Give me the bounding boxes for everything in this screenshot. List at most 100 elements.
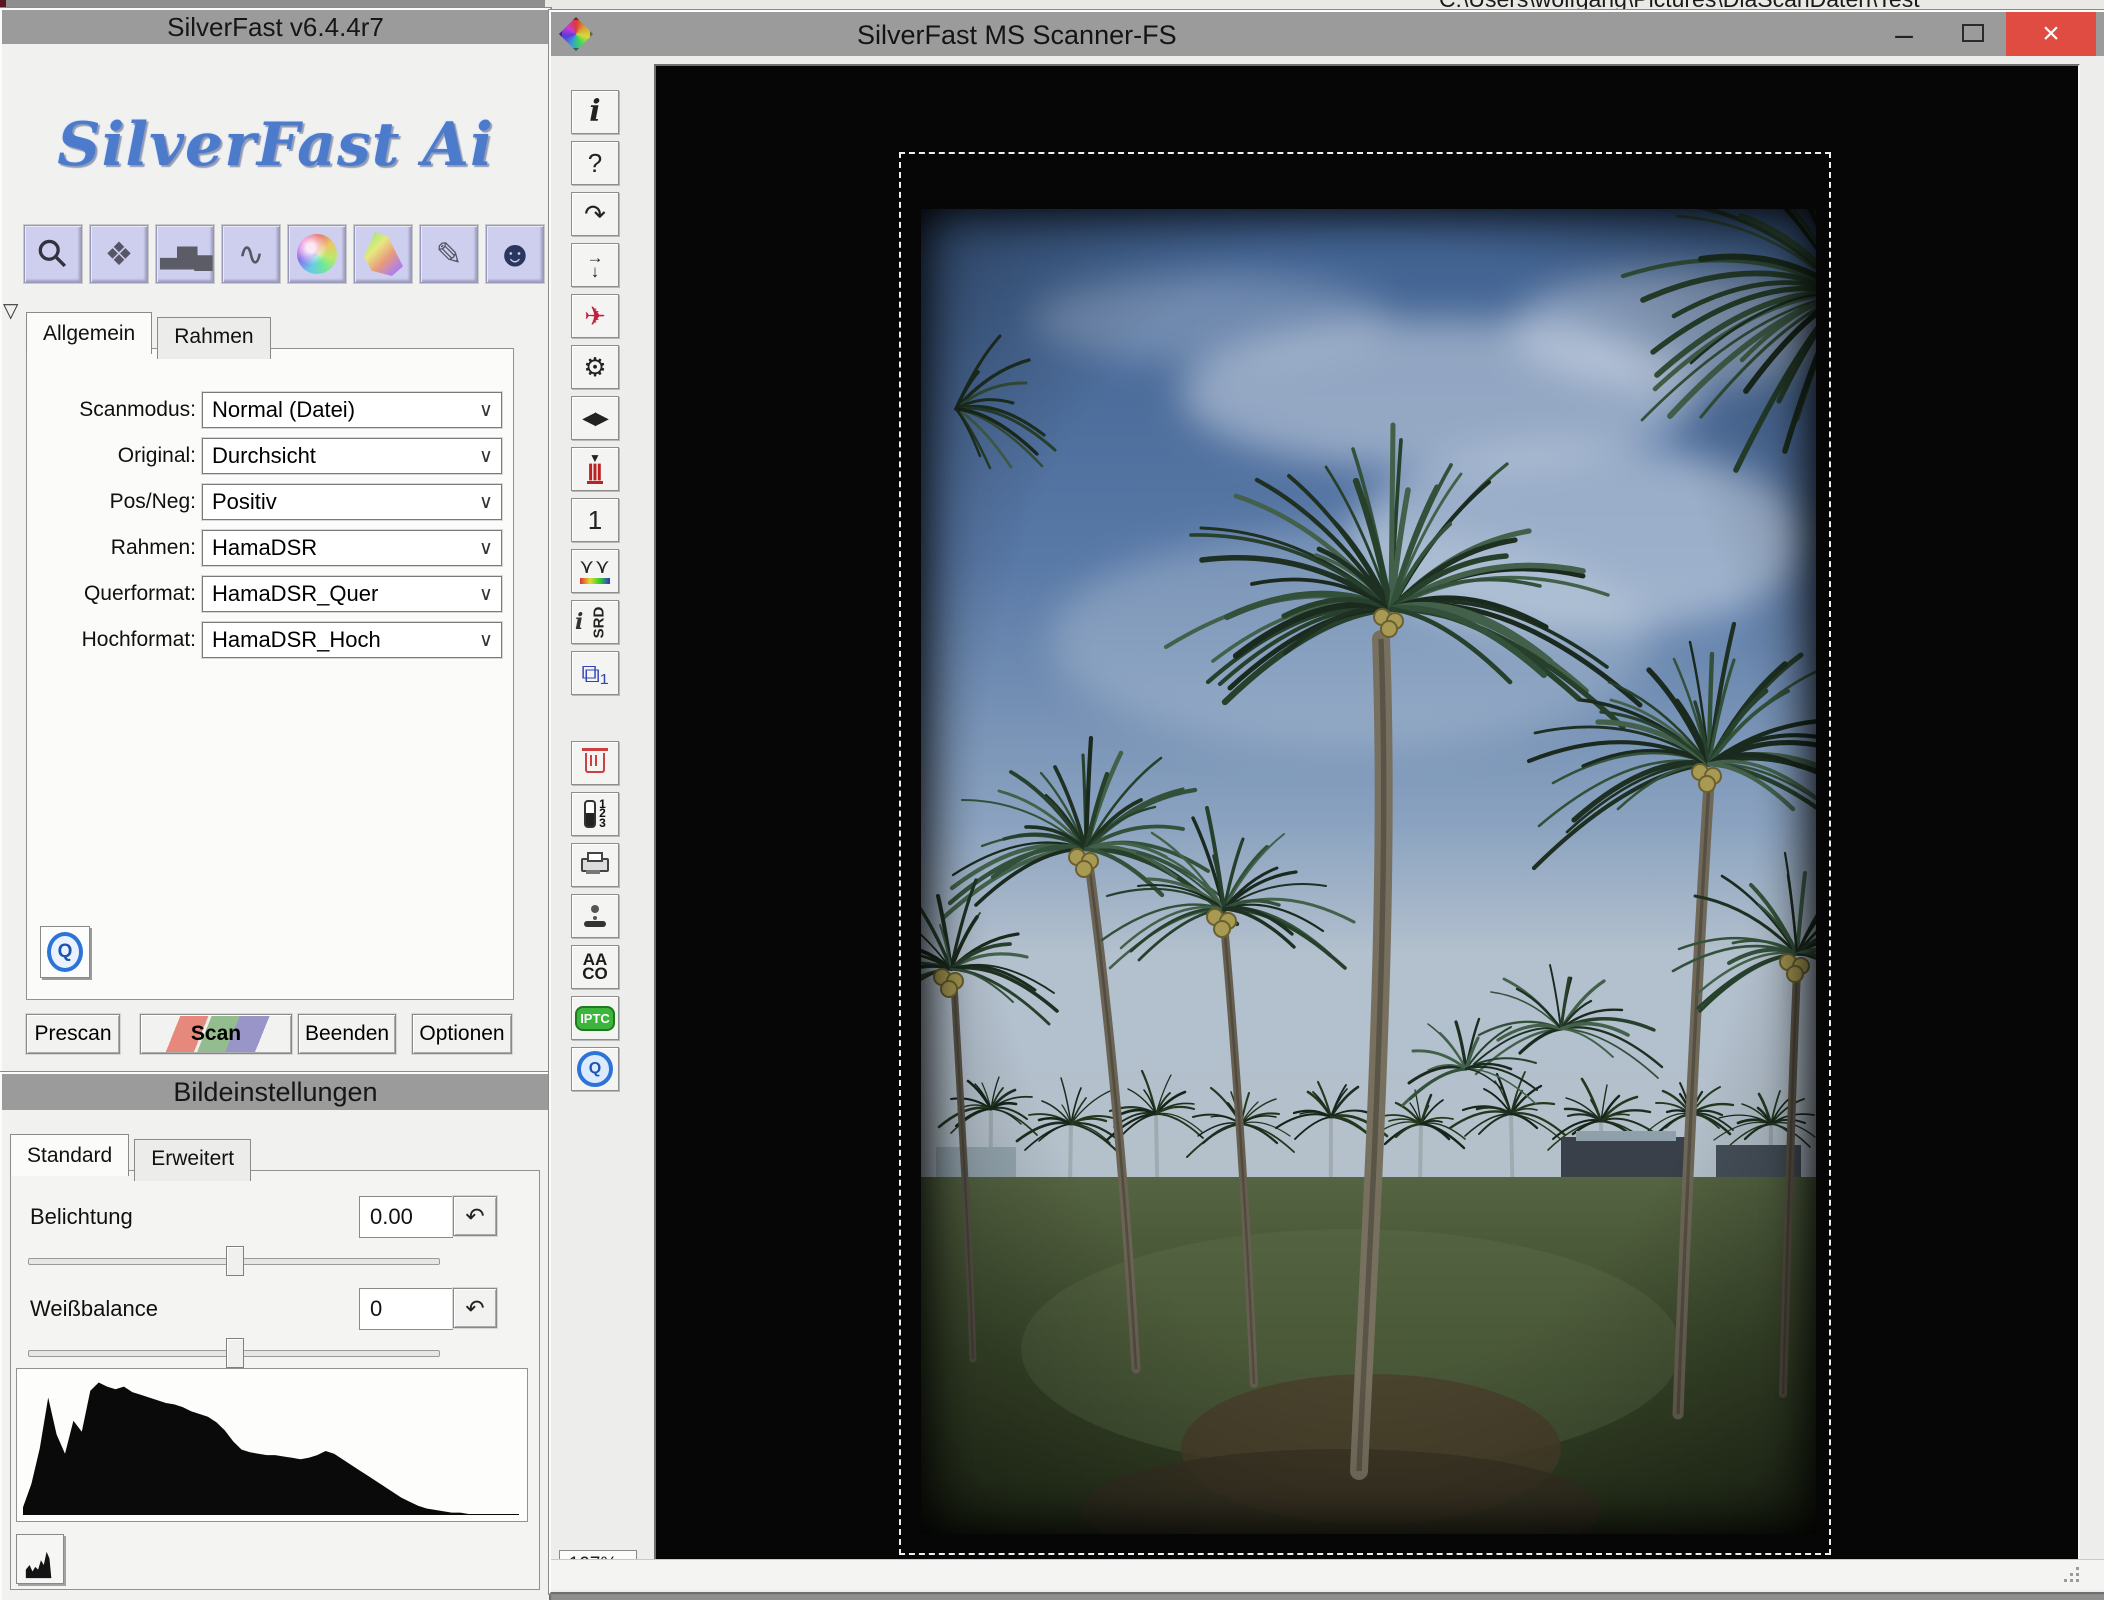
scanner-toolbar: i? ↷ →↓ ✈ ⚙ ◀▶ ▼Ⅲ 1 ⋎⋎ iSRD ⧉₁ 123 AACO IPTC Q <box>559 90 649 1098</box>
pipette-tool-icon[interactable]: ✎ <box>420 225 478 283</box>
screen-corner-artifact <box>0 0 6 8</box>
screen: *C:\Users\wolfgang\Pictures\DiaScanDaten… <box>0 0 2104 1600</box>
collapse-triangle-icon[interactable]: ▽ <box>3 298 18 323</box>
global-color-tool-icon[interactable] <box>288 225 346 283</box>
multi-frame-icon[interactable]: ⧉₁ <box>571 651 619 695</box>
prescan-button[interactable]: Prescan <box>26 1014 120 1054</box>
whitebalance-slider[interactable] <box>28 1338 440 1366</box>
form-row: Scanmodus:Normal (Datei)∨ <box>26 392 546 428</box>
iptc-icon[interactable]: IPTC <box>571 996 619 1040</box>
field-label: Original: <box>26 444 196 468</box>
chevron-down-icon: ∨ <box>471 491 501 514</box>
whitebalance-reset-button[interactable]: ↶ <box>453 1288 497 1328</box>
dropdown-querformat[interactable]: HamaDSR_Quer∨ <box>202 576 502 612</box>
frame-number-button[interactable]: 1 <box>571 498 619 542</box>
silverfast-logo: SilverFast Ai <box>2 110 549 180</box>
silverfast-app-icon <box>559 17 593 51</box>
info-icon[interactable]: i <box>571 90 619 134</box>
chevron-down-icon: ∨ <box>471 445 501 468</box>
chevron-down-icon: ∨ <box>471 583 501 606</box>
quicktime-icon: Q <box>47 932 83 972</box>
tab-standard[interactable]: Standard <box>10 1134 129 1176</box>
main-window-title: SilverFast v6.4.4r7 <box>167 12 384 43</box>
dropdown-hochformat[interactable]: HamaDSR_Hoch∨ <box>202 622 502 658</box>
tab-erweitert[interactable]: Erweitert <box>134 1139 251 1181</box>
isrd-icon[interactable]: iSRD <box>571 600 619 644</box>
mini-histogram-icon <box>23 1546 57 1582</box>
frame-numbering-icon[interactable]: 123 <box>571 792 619 836</box>
close-button[interactable]: × <box>2006 12 2096 56</box>
rotate-icon[interactable]: ↷ <box>571 192 619 236</box>
settings-window-titlebar[interactable]: Bildeinstellungen <box>2 1074 549 1110</box>
field-label: Querformat: <box>26 582 196 606</box>
field-label: Scanmodus: <box>26 398 196 422</box>
resize-grip[interactable] <box>2064 1566 2080 1582</box>
zoom-tool-icon[interactable]: ⚲ <box>24 225 82 283</box>
whitebalance-slider-thumb[interactable] <box>226 1338 244 1368</box>
quit-button[interactable]: Beenden <box>298 1014 396 1054</box>
scan-button[interactable]: Scan <box>140 1014 292 1054</box>
form-row: Rahmen:HamaDSR∨ <box>26 530 546 566</box>
stamp-icon[interactable] <box>571 894 619 938</box>
aperture-frame-tool-icon[interactable]: ❖ <box>90 225 148 283</box>
form-row: Hochformat:HamaDSR_Hoch∨ <box>26 622 546 658</box>
dropdown-posneg[interactable]: Positiv∨ <box>202 484 502 520</box>
airplane-icon[interactable]: ✈ <box>571 294 619 338</box>
delete-frame-icon[interactable] <box>571 741 619 785</box>
tab-allgemein[interactable]: Allgemein <box>26 312 152 354</box>
scanner-preview-window: SilverFast MS Scanner-FS – × i? ↷ →↓ ✈ ⚙ ◀▶ ▼Ⅲ… <box>549 10 2104 1594</box>
form-row: Pos/Neg:Positiv∨ <box>26 484 546 520</box>
main-tabs: Allgemein Rahmen <box>26 312 276 354</box>
tab-rahmen[interactable]: Rahmen <box>157 317 270 359</box>
chevron-down-icon: ∨ <box>471 399 501 422</box>
midpip-icon[interactable]: ⋎⋎ <box>571 549 619 593</box>
expert-mode-tool-icon[interactable]: ☻ <box>486 225 544 283</box>
histogram-tool-icon[interactable]: ▃▆▄ <box>156 225 214 283</box>
histogram-display <box>16 1368 528 1522</box>
chevron-down-icon: ∨ <box>471 629 501 652</box>
main-window-titlebar[interactable]: SilverFast v6.4.4r7 <box>2 10 549 44</box>
print-icon[interactable] <box>571 843 619 887</box>
exposure-label: Belichtung <box>30 1204 133 1230</box>
mini-histogram-button[interactable] <box>16 1534 64 1584</box>
exposure-slider-thumb[interactable] <box>226 1246 244 1276</box>
help-icon[interactable]: ? <box>571 141 619 185</box>
options-button[interactable]: Optionen <box>412 1014 512 1054</box>
selection-marquee[interactable] <box>899 152 1831 1555</box>
densitometer-icon[interactable]: ▼Ⅲ <box>571 447 619 491</box>
scanner-window-titlebar[interactable]: SilverFast MS Scanner-FS – × <box>551 12 2104 56</box>
form-row: Querformat:HamaDSR_Quer∨ <box>26 576 546 612</box>
dropdown-original[interactable]: Durchsicht∨ <box>202 438 502 474</box>
reset-arrow-icon: ↶ <box>465 1295 484 1321</box>
dropdown-scanmodus[interactable]: Normal (Datei)∨ <box>202 392 502 428</box>
mirror-icon[interactable]: ◀▶ <box>571 396 619 440</box>
exposure-slider[interactable] <box>28 1246 440 1274</box>
status-strip <box>551 1559 2104 1590</box>
scan-direction-icon[interactable]: →↓ <box>571 243 619 287</box>
selective-color-tool-icon[interactable] <box>354 225 412 283</box>
dropdown-rahmen[interactable]: HamaDSR∨ <box>202 530 502 566</box>
exposure-reset-button[interactable]: ↶ <box>453 1196 497 1236</box>
form-row: Original:Durchsicht∨ <box>26 438 546 474</box>
field-label: Pos/Neg: <box>26 490 196 514</box>
settings-window-title: Bildeinstellungen <box>173 1077 377 1108</box>
bildeinstellungen-window: Bildeinstellungen Standard Erweitert Bel… <box>0 1072 551 1600</box>
aaco-icon[interactable]: AACO <box>571 945 619 989</box>
quicktime-icon[interactable]: Q <box>571 1047 619 1091</box>
whitebalance-label: Weißbalance <box>30 1296 158 1322</box>
main-toolbar: ⚲❖▃▆▄∿ ✎☻ <box>24 225 544 283</box>
whitebalance-value-field[interactable]: 0 <box>359 1288 453 1330</box>
exposure-value-field[interactable]: 0.00 <box>359 1196 453 1238</box>
preview-area[interactable] <box>654 64 2080 1562</box>
silverfast-main-window: SilverFast v6.4.4r7 SilverFast Ai ⚲❖▃▆▄∿… <box>0 8 551 1074</box>
field-label: Hochformat: <box>26 628 196 652</box>
quicktime-button[interactable]: Q <box>40 926 90 978</box>
minimize-button[interactable]: – <box>1882 12 1926 56</box>
maximize-button[interactable] <box>1962 24 1984 42</box>
reset-arrow-icon: ↶ <box>465 1203 484 1229</box>
gradation-curve-tool-icon[interactable]: ∿ <box>222 225 280 283</box>
color-gears-icon[interactable]: ⚙ <box>571 345 619 389</box>
chevron-down-icon: ∨ <box>471 537 501 560</box>
settings-tabs: Standard Erweitert <box>10 1134 256 1176</box>
scanner-window-title: SilverFast MS Scanner-FS <box>857 20 1177 51</box>
